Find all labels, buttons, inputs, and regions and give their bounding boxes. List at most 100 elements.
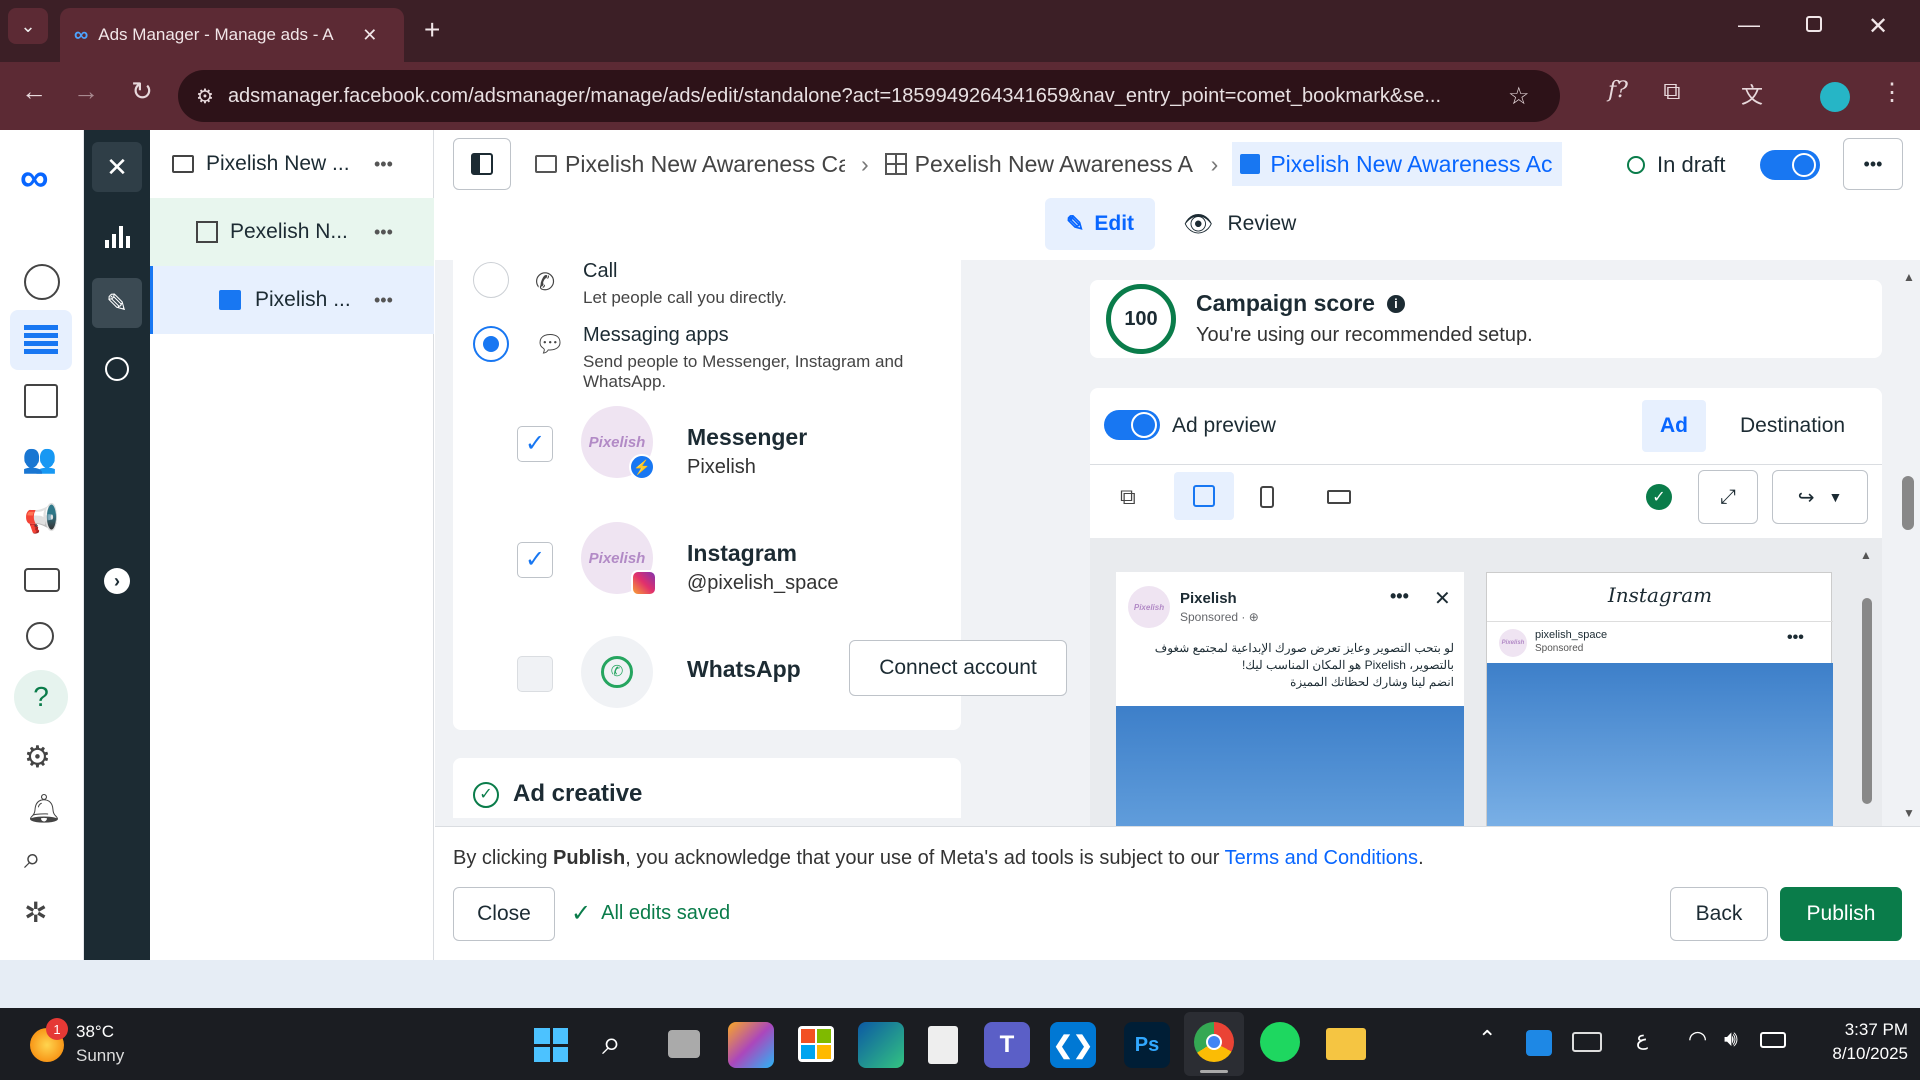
copilot-icon[interactable] bbox=[728, 1022, 774, 1068]
tree-item-ad[interactable]: Pixelish ... ••• bbox=[150, 266, 434, 334]
close-editor-icon[interactable]: ✕ bbox=[92, 142, 142, 192]
publish-button[interactable]: Publish bbox=[1780, 887, 1902, 941]
ad-preview-toggle[interactable] bbox=[1104, 410, 1160, 440]
expand-chevron-icon[interactable]: › bbox=[104, 568, 130, 594]
keyboard-icon[interactable] bbox=[1572, 1032, 1602, 1052]
billing-card-icon[interactable] bbox=[24, 568, 60, 592]
preview-tab-ad[interactable]: Ad bbox=[1642, 400, 1706, 452]
file-explorer-icon[interactable] bbox=[1326, 1028, 1366, 1060]
feed-placement-button[interactable] bbox=[1174, 472, 1234, 520]
bug-report-icon[interactable]: ✲ bbox=[24, 896, 47, 929]
ms-store-icon[interactable] bbox=[798, 1026, 834, 1062]
tree-item-adset[interactable]: Pexelish N... ••• bbox=[150, 198, 434, 266]
fb-more-icon[interactable]: ••• bbox=[1390, 586, 1409, 607]
ig-more-icon[interactable]: ••• bbox=[1787, 629, 1804, 647]
megaphone-icon[interactable]: 📢 bbox=[24, 502, 59, 535]
extension-f-icon[interactable]: f? bbox=[1598, 78, 1638, 103]
review-mode-tab[interactable]: 👁︎ Review bbox=[1183, 198, 1296, 250]
tray-chevron-up-icon[interactable]: ⌃ bbox=[1478, 1026, 1496, 1052]
volume-icon[interactable]: 🔊︎ bbox=[1724, 1026, 1738, 1052]
settings-gear-icon[interactable]: ⚙ bbox=[24, 740, 51, 775]
audiences-icon[interactable]: 👥 bbox=[22, 442, 57, 475]
close-window-icon[interactable]: ✕ bbox=[1868, 12, 1888, 41]
instagram-checkbox[interactable]: ✓ bbox=[517, 542, 553, 578]
browser-tab-active[interactable]: ∞ Ads Manager - Manage ads - A ✕ bbox=[60, 8, 404, 62]
profile-avatar[interactable] bbox=[1820, 82, 1850, 112]
preview-scrollbar[interactable] bbox=[1862, 598, 1872, 804]
edge-icon[interactable] bbox=[858, 1022, 904, 1068]
messaging-apps-radio[interactable] bbox=[473, 326, 509, 362]
restore-icon[interactable] bbox=[1806, 16, 1822, 32]
messenger-checkbox[interactable]: ✓ bbox=[517, 426, 553, 462]
browser-menu-icon[interactable]: ⋮ bbox=[1872, 78, 1912, 107]
input-language[interactable]: ع bbox=[1636, 1026, 1648, 1051]
history-clock-icon[interactable] bbox=[92, 344, 142, 394]
close-button[interactable]: Close bbox=[453, 887, 555, 941]
close-tab-icon[interactable]: ✕ bbox=[362, 25, 377, 46]
share-preview-button[interactable]: ↪ ▼ bbox=[1772, 470, 1868, 524]
task-view-icon[interactable] bbox=[668, 1030, 700, 1058]
edit-pencil-icon[interactable]: ✎ bbox=[92, 278, 142, 328]
whatsapp-checkbox[interactable] bbox=[517, 656, 553, 692]
spotify-icon[interactable] bbox=[1260, 1022, 1300, 1062]
translate-icon[interactable]: 文 bbox=[1732, 78, 1772, 110]
header-more-button[interactable]: ••• bbox=[1843, 138, 1903, 190]
ads-manager-table-icon[interactable] bbox=[10, 310, 72, 370]
back-arrow-icon[interactable]: ← bbox=[14, 76, 54, 107]
bar-chart-icon[interactable] bbox=[92, 212, 142, 262]
chrome-icon[interactable] bbox=[1194, 1022, 1234, 1062]
scroll-up-arrow-icon[interactable]: ▲ bbox=[1860, 548, 1872, 562]
search-icon[interactable]: ⌕ bbox=[24, 842, 41, 876]
main-scrollbar[interactable] bbox=[1902, 476, 1914, 530]
scroll-down-arrow-icon[interactable]: ▼ bbox=[1903, 806, 1915, 820]
vscode-icon[interactable]: ❮❯ bbox=[1050, 1022, 1096, 1068]
address-bar[interactable]: ⚙ adsmanager.facebook.com/adsmanager/man… bbox=[178, 70, 1560, 122]
more-options-icon[interactable]: ••• bbox=[374, 154, 393, 175]
photoshop-icon[interactable]: Ps bbox=[1124, 1022, 1170, 1068]
scroll-up-arrow-icon[interactable]: ▲ bbox=[1903, 270, 1915, 284]
teams-icon[interactable]: T bbox=[984, 1022, 1030, 1068]
clock-time[interactable]: 3:37 PM bbox=[1812, 1020, 1908, 1040]
defender-icon[interactable] bbox=[1526, 1030, 1552, 1056]
forward-arrow-icon[interactable]: → bbox=[66, 76, 106, 107]
tree-item-campaign[interactable]: Pixelish New ... ••• bbox=[150, 130, 434, 198]
preview-tab-destination[interactable]: Destination bbox=[1740, 414, 1845, 438]
wifi-icon[interactable]: ◠ bbox=[1688, 1026, 1707, 1052]
edit-mode-tab[interactable]: ✎ Edit bbox=[1045, 198, 1155, 250]
call-radio[interactable] bbox=[473, 262, 509, 298]
notifications-bell-icon[interactable]: 🔔︎ bbox=[26, 792, 62, 825]
windows-start-icon[interactable] bbox=[534, 1028, 568, 1062]
performance-gauge-icon[interactable] bbox=[24, 264, 60, 300]
landscape-placement-icon[interactable] bbox=[1327, 490, 1351, 504]
more-options-icon[interactable]: ••• bbox=[374, 290, 393, 311]
connect-account-button[interactable]: Connect account bbox=[849, 640, 1067, 696]
tab-search-button[interactable]: ⌄ bbox=[8, 8, 48, 44]
back-button[interactable]: Back bbox=[1670, 887, 1768, 941]
reload-icon[interactable]: ↻ bbox=[122, 76, 162, 107]
minimize-icon[interactable]: — bbox=[1738, 12, 1760, 38]
new-tab-icon[interactable]: + bbox=[424, 14, 440, 46]
bookmark-star-icon[interactable]: ☆ bbox=[1508, 82, 1530, 111]
terms-link[interactable]: Terms and Conditions bbox=[1225, 847, 1418, 869]
battery-icon[interactable] bbox=[1760, 1032, 1786, 1048]
clock-date[interactable]: 8/10/2025 bbox=[1800, 1044, 1908, 1064]
toggle-sidebar-button[interactable] bbox=[453, 138, 511, 190]
all-placements-icon[interactable]: ⧉ bbox=[1120, 484, 1136, 510]
ad-on-off-toggle[interactable] bbox=[1760, 150, 1820, 180]
taskbar-search-icon[interactable]: ⌕ bbox=[602, 1024, 621, 1063]
meta-logo-icon[interactable]: ∞ bbox=[20, 156, 49, 201]
more-options-icon[interactable]: ••• bbox=[374, 222, 393, 243]
help-icon[interactable]: ? bbox=[14, 670, 68, 724]
story-placement-icon[interactable] bbox=[1260, 486, 1274, 508]
pages-icon[interactable] bbox=[24, 384, 58, 418]
notepad-icon[interactable] bbox=[928, 1026, 958, 1064]
extensions-puzzle-icon[interactable]: ⧉ bbox=[1652, 78, 1692, 106]
breadcrumb-ad-active[interactable]: Pixelish New Awareness Ac bbox=[1232, 142, 1563, 186]
chat-support-icon[interactable] bbox=[26, 622, 54, 650]
expand-preview-button[interactable]: ⤢ bbox=[1698, 470, 1758, 524]
fb-close-icon[interactable]: ✕ bbox=[1434, 586, 1451, 611]
info-icon[interactable]: i bbox=[1386, 294, 1405, 313]
breadcrumb-adset[interactable]: Pexelish New Awareness A bbox=[915, 151, 1197, 178]
site-settings-icon[interactable]: ⚙ bbox=[196, 84, 214, 109]
breadcrumb-campaign[interactable]: Pixelish New Awareness Ca bbox=[565, 151, 845, 178]
